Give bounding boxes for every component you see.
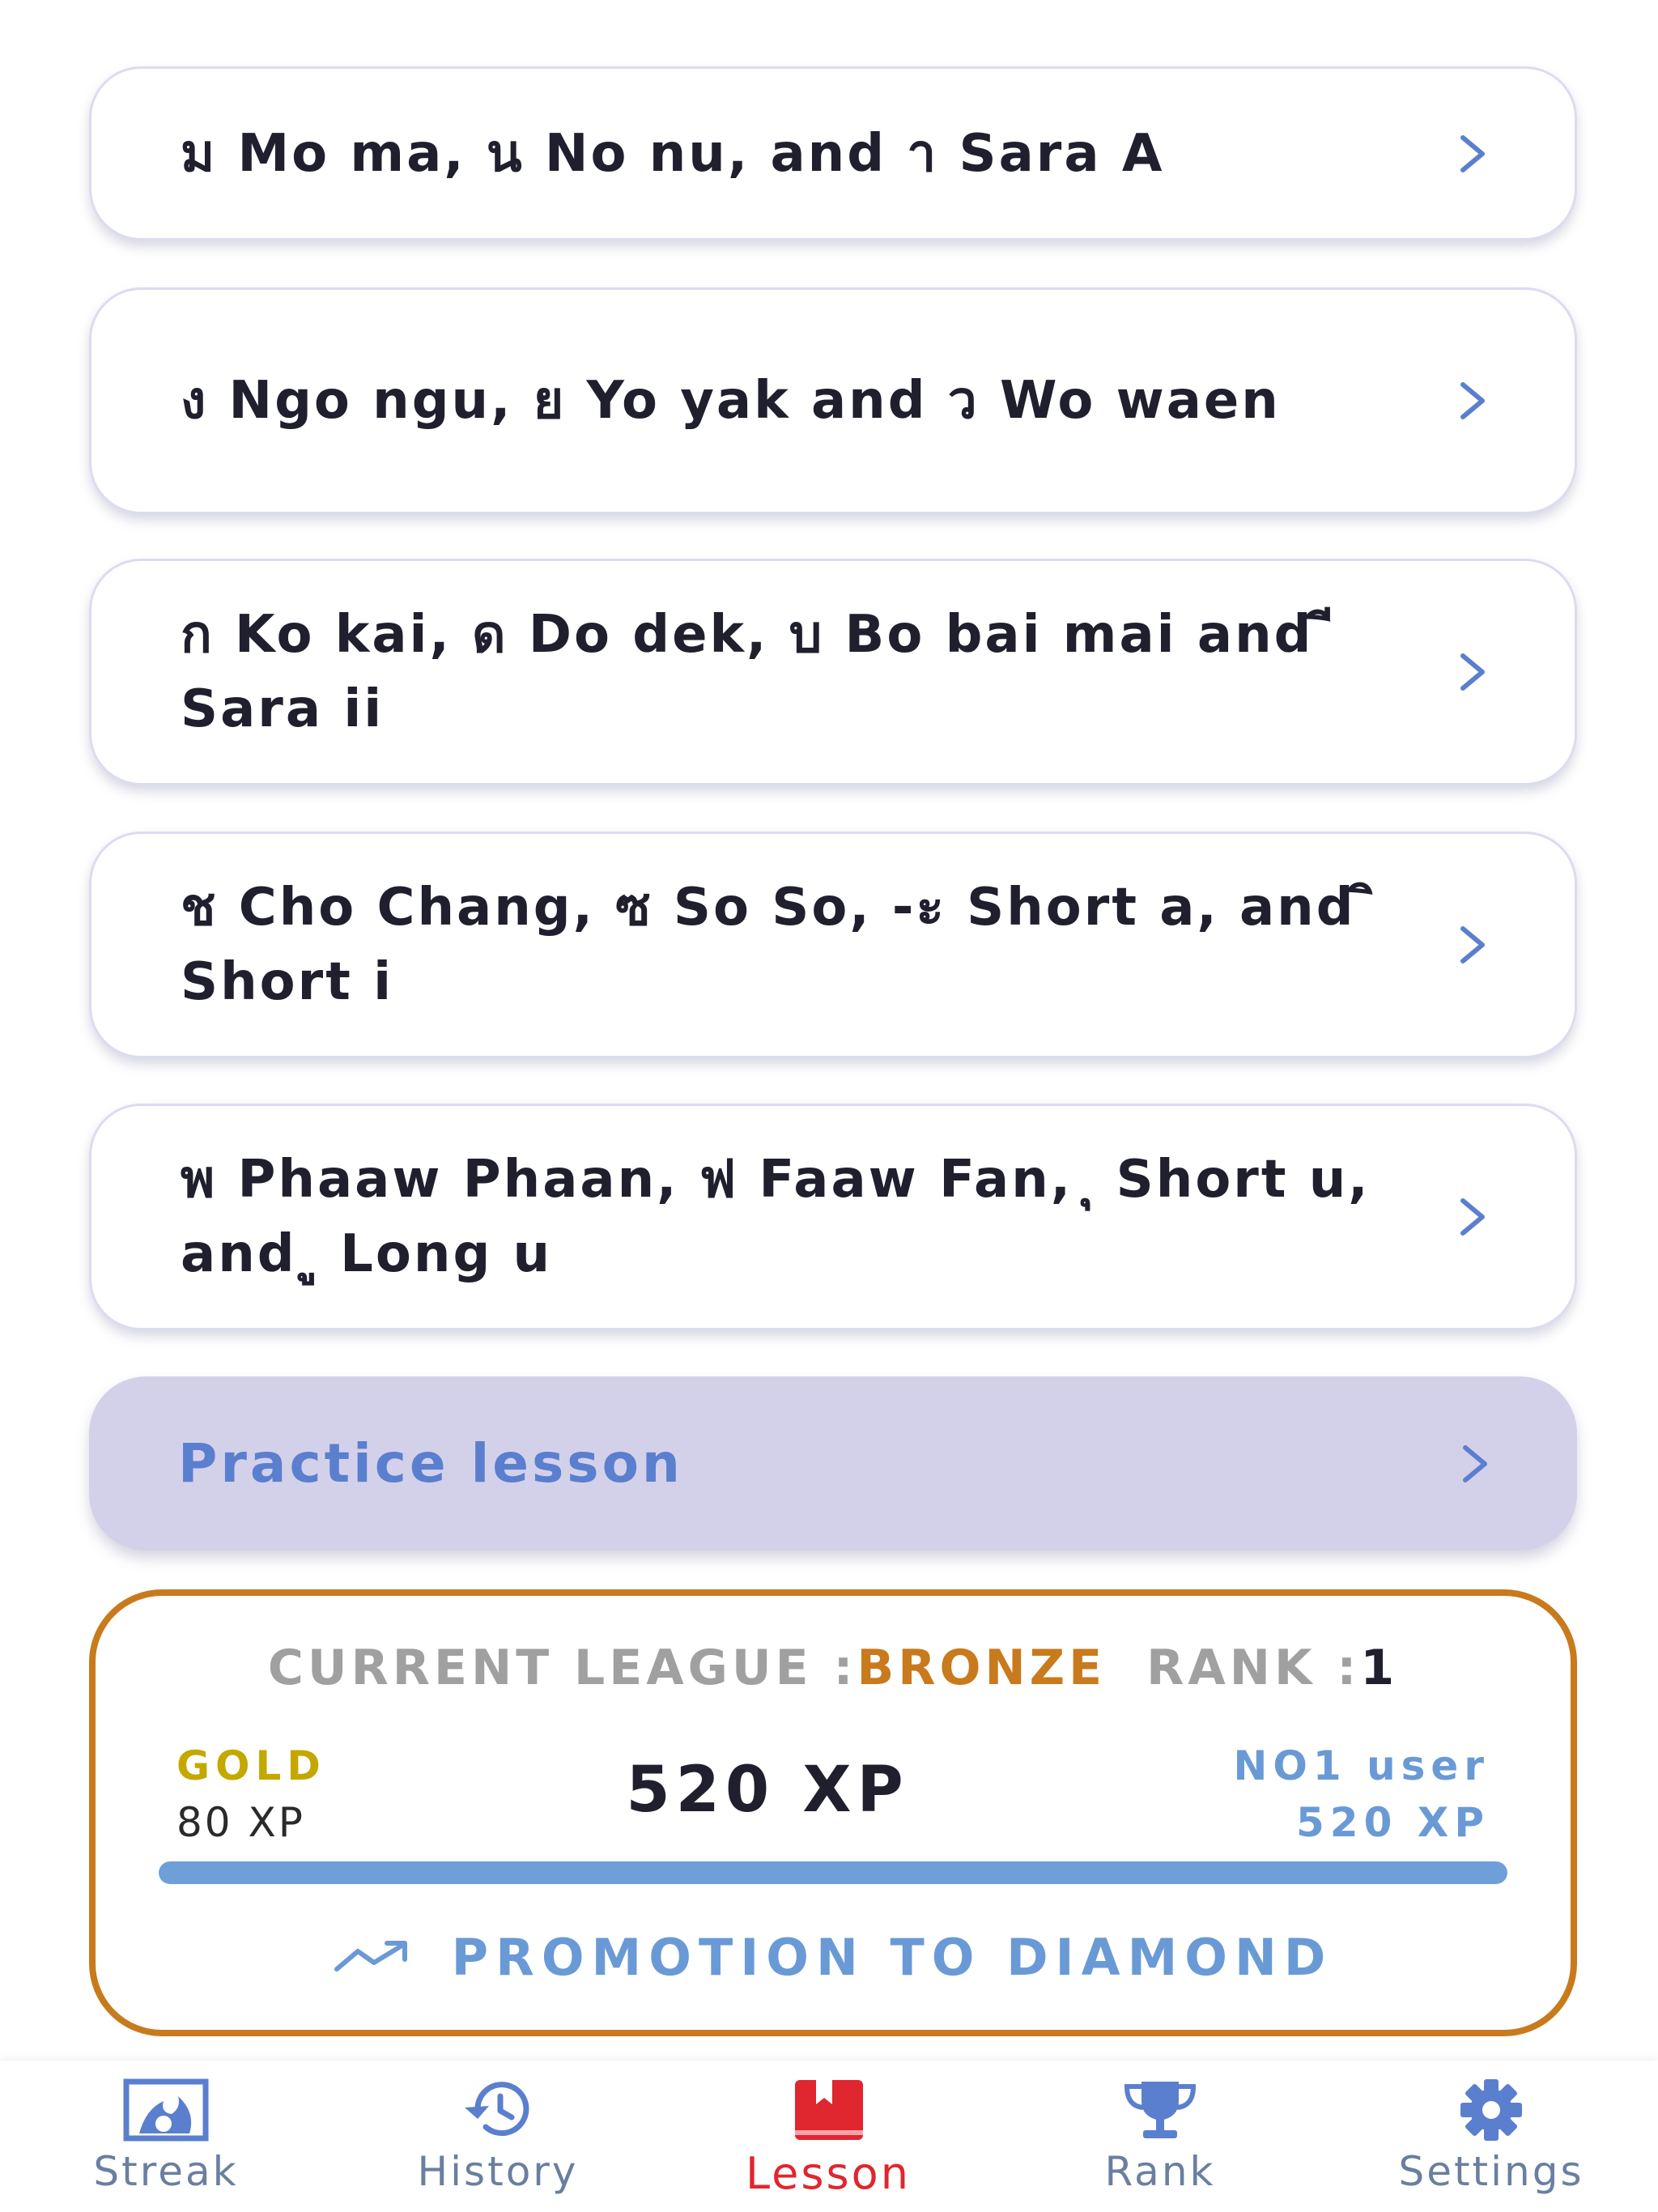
- promotion-text: PROMOTION TO DIAMOND: [451, 1928, 1333, 1987]
- lesson-title: ง Ngo ngu, ย Yo yak and ว Wo waen: [181, 371, 1281, 431]
- rank-label: RANK :: [1146, 1640, 1361, 1696]
- lesson-icon: [784, 2077, 873, 2143]
- lesson-card-2[interactable]: ง Ngo ngu, ย Yo yak and ว Wo waen: [89, 287, 1577, 514]
- top-user-label: NO1 user: [1233, 1742, 1490, 1789]
- bottom-nav: Streak History Lesson Rank Settings: [0, 2061, 1658, 2212]
- lesson-card-5[interactable]: พ Phaaw Phaan, ฟ Faaw Fan, ุ Short u, an…: [89, 1104, 1577, 1330]
- promotion-row: PROMOTION TO DIAMOND: [96, 1928, 1571, 1987]
- chevron-right-icon: [1452, 133, 1494, 175]
- league-header: CURRENT LEAGUE :BRONZE RANK :1: [96, 1640, 1571, 1696]
- lesson-card-1[interactable]: ม Mo ma, น No nu, and า Sara A: [89, 66, 1577, 240]
- lesson-title: พ Phaaw Phaan, ฟ Faaw Fan, ุ Short u, an…: [181, 1150, 1371, 1284]
- league-name: BRONZE: [857, 1640, 1107, 1696]
- nav-label: Settings: [1398, 2148, 1584, 2195]
- nav-label: History: [417, 2148, 579, 2195]
- lesson-card-3[interactable]: ก Ko kai, ด Do dek, บ Bo bai mai and ี S…: [89, 559, 1577, 785]
- lesson-card-4[interactable]: ช Cho Chang, ซ So So, -ะ Short a, and ิ …: [89, 832, 1577, 1058]
- trending-up-icon: [334, 1938, 411, 1977]
- nav-label: Streak: [93, 2148, 239, 2195]
- league-label: CURRENT LEAGUE :: [267, 1640, 857, 1696]
- top-user-info: NO1 user 520 XP: [1234, 1738, 1490, 1851]
- chevron-right-icon: [1454, 1443, 1496, 1485]
- chevron-right-icon: [1452, 1196, 1494, 1238]
- page: ม Mo ma, น No nu, and า Sara A ง Ngo ngu…: [0, 0, 1658, 2212]
- lesson-title: ช Cho Chang, ซ So So, -ะ Short a, and ิ …: [181, 878, 1379, 1012]
- chevron-right-icon: [1452, 380, 1494, 422]
- league-progress-bar: [159, 1861, 1507, 1884]
- gear-icon: [1447, 2077, 1536, 2143]
- streak-icon: [121, 2077, 210, 2143]
- history-icon: [453, 2077, 542, 2143]
- league-progress-fill: [159, 1861, 1507, 1884]
- practice-lesson-button[interactable]: Practice lesson: [89, 1376, 1577, 1551]
- practice-lesson-label: Practice lesson: [178, 1432, 683, 1495]
- nav-item-rank[interactable]: Rank: [1055, 2061, 1265, 2212]
- lesson-title: ม Mo ma, น No nu, and า Sara A: [181, 123, 1165, 184]
- lesson-title: ก Ko kai, ด Do dek, บ Bo bai mai and ี S…: [181, 605, 1337, 739]
- nav-item-history[interactable]: History: [393, 2061, 603, 2212]
- nav-item-streak[interactable]: Streak: [61, 2061, 271, 2212]
- nav-item-settings[interactable]: Settings: [1386, 2061, 1596, 2212]
- trophy-icon: [1116, 2077, 1205, 2143]
- nav-item-lesson[interactable]: Lesson: [723, 2061, 933, 2212]
- chevron-right-icon: [1452, 924, 1494, 966]
- chevron-right-icon: [1452, 651, 1494, 693]
- rank-value: 1: [1360, 1640, 1399, 1696]
- nav-label: Rank: [1104, 2148, 1216, 2195]
- top-user-xp: 520 XP: [1296, 1799, 1490, 1846]
- league-card: CURRENT LEAGUE :BRONZE RANK :1 GOLD 80 XP…: [89, 1589, 1577, 2036]
- nav-label: Lesson: [746, 2148, 911, 2199]
